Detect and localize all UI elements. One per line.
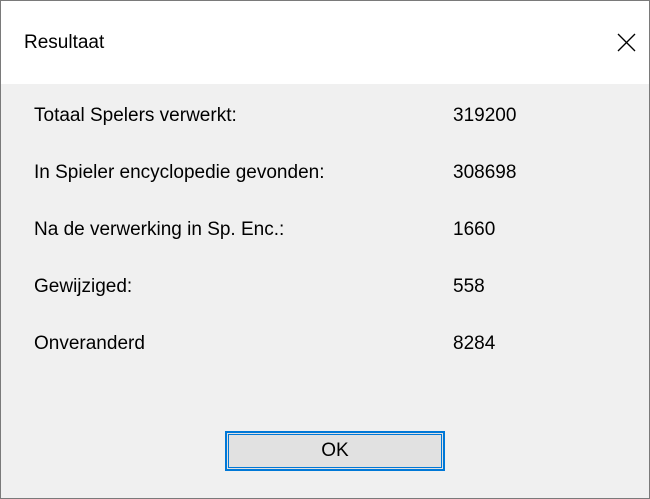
close-icon — [617, 33, 636, 52]
title-bar: Resultaat — [1, 1, 649, 84]
ok-button[interactable]: OK — [225, 431, 445, 471]
stat-row-total-players: Totaal Spelers verwerkt: 319200 — [1, 101, 649, 131]
window-title: Resultaat — [24, 32, 105, 53]
stat-label: Totaal Spelers verwerkt: — [34, 105, 237, 126]
stat-label: Na de verwerking in Sp. Enc.: — [34, 219, 285, 240]
result-dialog: Resultaat Totaal Spelers verwerkt: 31920… — [0, 0, 650, 499]
stat-label: Gewijziged: — [34, 276, 133, 297]
stat-label: Onveranderd — [34, 333, 145, 354]
stat-row-found-in-encyclopedia: In Spieler encyclopedie gevonden: 308698 — [1, 158, 649, 188]
stat-value: 8284 — [453, 333, 496, 354]
stat-value: 558 — [453, 276, 485, 297]
dialog-content: Totaal Spelers verwerkt: 319200 In Spiel… — [1, 84, 649, 498]
stat-row-changed: Gewijziged: 558 — [1, 272, 649, 302]
stat-row-unchanged: Onveranderd 8284 — [1, 329, 649, 359]
stat-row-after-processing: Na de verwerking in Sp. Enc.: 1660 — [1, 215, 649, 245]
stat-value: 308698 — [453, 162, 517, 183]
stat-label: In Spieler encyclopedie gevonden: — [34, 162, 325, 183]
stat-value: 1660 — [453, 219, 496, 240]
stat-value: 319200 — [453, 105, 517, 126]
close-button[interactable] — [603, 1, 649, 84]
